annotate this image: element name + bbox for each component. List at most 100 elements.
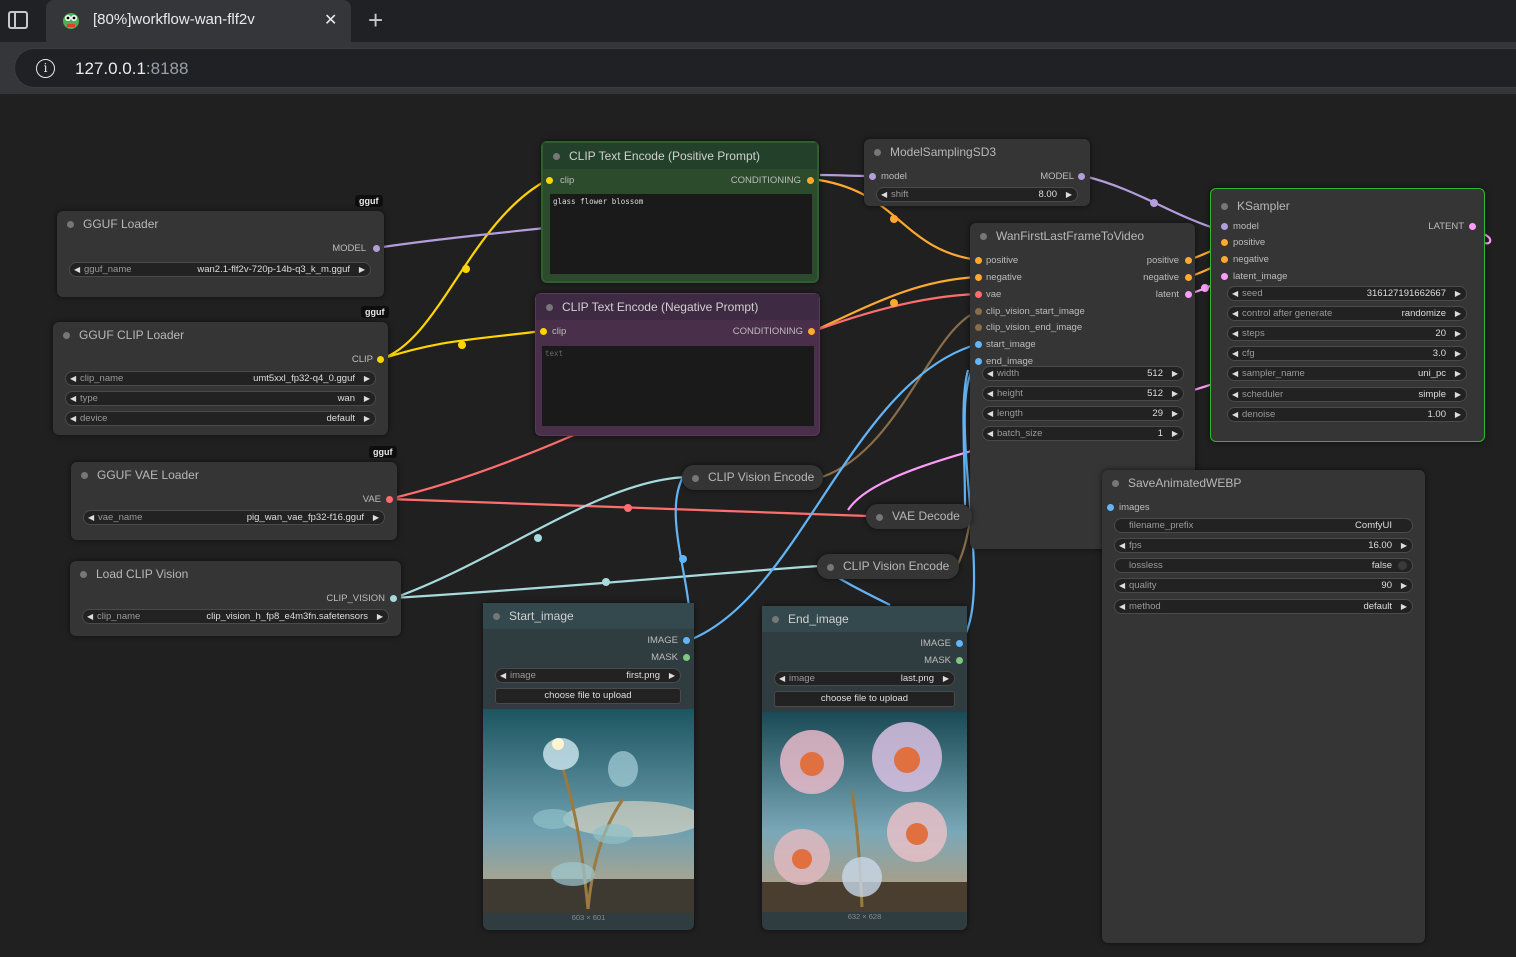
start-image-node[interactable]: Start_image IMAGE MASK ◀ image first.png… <box>483 603 694 930</box>
input-model-socket[interactable] <box>869 173 876 180</box>
input-start-image-socket[interactable] <box>975 341 982 348</box>
input-model-socket[interactable] <box>1221 223 1228 230</box>
arrow-right-icon[interactable]: ▶ <box>359 263 365 276</box>
output-model-socket[interactable] <box>373 245 380 252</box>
arrow-left-icon[interactable]: ◀ <box>779 672 785 685</box>
input-end-image-socket[interactable] <box>975 358 982 365</box>
input-clip-vision-start-socket[interactable] <box>975 308 982 315</box>
arrow-left-icon[interactable]: ◀ <box>881 188 887 201</box>
method-combo[interactable]: ◀ method default ▶ <box>1114 599 1413 614</box>
output-image-socket[interactable] <box>683 637 690 644</box>
output-negative-socket[interactable] <box>1185 274 1192 281</box>
arrow-right-icon[interactable]: ▶ <box>1172 427 1178 440</box>
input-latent-image-socket[interactable] <box>1221 273 1228 280</box>
arrow-right-icon[interactable]: ▶ <box>377 610 383 623</box>
image-combo[interactable]: ◀ image first.png ▶ <box>495 668 681 683</box>
output-mask-socket[interactable] <box>683 654 690 661</box>
arrow-left-icon[interactable]: ◀ <box>1232 287 1238 300</box>
arrow-right-icon[interactable]: ▶ <box>1455 327 1461 340</box>
graph-canvas[interactable]: gguf GGUF Loader MODEL ◀ gguf_name wan2.… <box>0 94 1516 957</box>
arrow-right-icon[interactable]: ▶ <box>1455 287 1461 300</box>
arrow-left-icon[interactable]: ◀ <box>1119 539 1125 552</box>
arrow-left-icon[interactable]: ◀ <box>1232 367 1238 380</box>
arrow-left-icon[interactable]: ◀ <box>1232 408 1238 421</box>
input-negative-socket[interactable] <box>1221 256 1228 263</box>
arrow-left-icon[interactable]: ◀ <box>70 392 76 405</box>
denoise-number[interactable]: ◀ denoise 1.00 ▶ <box>1227 407 1467 422</box>
input-clip-vision-end-socket[interactable] <box>975 324 982 331</box>
input-clip-socket[interactable] <box>546 177 553 184</box>
site-info-icon[interactable]: i <box>36 59 55 78</box>
tab-overview-icon[interactable] <box>8 11 28 29</box>
batch-size-number[interactable]: ◀ batch_size 1 ▶ <box>982 426 1184 441</box>
arrow-left-icon[interactable]: ◀ <box>987 367 993 380</box>
arrow-right-icon[interactable]: ▶ <box>373 511 379 524</box>
clip-text-encode-negative-node[interactable]: CLIP Text Encode (Negative Prompt) clip … <box>535 293 820 436</box>
arrow-right-icon[interactable]: ▶ <box>364 412 370 425</box>
arrow-right-icon[interactable]: ▶ <box>1455 307 1461 320</box>
steps-number[interactable]: ◀ steps 20 ▶ <box>1227 326 1467 341</box>
input-images-socket[interactable] <box>1107 504 1114 511</box>
arrow-right-icon[interactable]: ▶ <box>364 392 370 405</box>
arrow-left-icon[interactable]: ◀ <box>987 427 993 440</box>
address-bar[interactable]: i 127.0.0.1:8188 <box>14 48 1516 88</box>
arrow-left-icon[interactable]: ◀ <box>1232 327 1238 340</box>
seed-number[interactable]: ◀ seed 316127191662667 ▶ <box>1227 286 1467 301</box>
clip-vision-name-combo[interactable]: ◀ clip_name clip_vision_h_fp8_e4m3fn.saf… <box>82 609 389 624</box>
arrow-left-icon[interactable]: ◀ <box>70 372 76 385</box>
arrow-right-icon[interactable]: ▶ <box>943 672 949 685</box>
output-latent-socket[interactable] <box>1185 291 1192 298</box>
choose-file-button[interactable]: choose file to upload <box>495 688 681 704</box>
arrow-right-icon[interactable]: ▶ <box>1455 347 1461 360</box>
clip-text-encode-positive-node[interactable]: CLIP Text Encode (Positive Prompt) clip … <box>541 141 819 283</box>
input-positive-socket[interactable] <box>1221 239 1228 246</box>
output-mask-socket[interactable] <box>956 657 963 664</box>
arrow-right-icon[interactable]: ▶ <box>1401 579 1407 592</box>
type-combo[interactable]: ◀ type wan ▶ <box>65 391 376 406</box>
input-clip-socket[interactable] <box>540 328 547 335</box>
vae-name-combo[interactable]: ◀ vae_name pig_wan_vae_fp32-f16.gguf ▶ <box>83 510 385 525</box>
arrow-left-icon[interactable]: ◀ <box>1232 347 1238 360</box>
browser-tab[interactable]: [80%]workflow-wan-flf2v ✕ <box>46 0 351 42</box>
output-latent-socket[interactable] <box>1469 223 1476 230</box>
arrow-left-icon[interactable]: ◀ <box>1119 579 1125 592</box>
arrow-right-icon[interactable]: ▶ <box>1172 407 1178 420</box>
cfg-number[interactable]: ◀ cfg 3.0 ▶ <box>1227 346 1467 361</box>
width-number[interactable]: ◀ width 512 ▶ <box>982 366 1184 381</box>
input-vae-socket[interactable] <box>975 291 982 298</box>
vae-decode-node[interactable]: VAE Decode <box>866 504 972 529</box>
sampler-name-combo[interactable]: ◀ sampler_name uni_pc ▶ <box>1227 366 1467 381</box>
clip-vision-encode-node[interactable]: CLIP Vision Encode <box>817 554 959 579</box>
gguf-loader-node[interactable]: GGUF Loader MODEL ◀ gguf_name wan2.1-flf… <box>57 211 384 297</box>
filename-prefix-text[interactable]: filename_prefix ComfyUI <box>1114 518 1413 533</box>
arrow-right-icon[interactable]: ▶ <box>1455 388 1461 401</box>
shift-number[interactable]: ◀ shift 8.00 ▶ <box>876 187 1078 202</box>
arrow-left-icon[interactable]: ◀ <box>70 412 76 425</box>
arrow-right-icon[interactable]: ▶ <box>1401 539 1407 552</box>
arrow-right-icon[interactable]: ▶ <box>364 372 370 385</box>
output-image-socket[interactable] <box>956 640 963 647</box>
length-number[interactable]: ◀ length 29 ▶ <box>982 406 1184 421</box>
gguf-name-combo[interactable]: ◀ gguf_name wan2.1-flf2v-720p-14b-q3_k_m… <box>69 262 371 277</box>
arrow-right-icon[interactable]: ▶ <box>1172 367 1178 380</box>
arrow-left-icon[interactable]: ◀ <box>74 263 80 276</box>
arrow-right-icon[interactable]: ▶ <box>1172 387 1178 400</box>
arrow-right-icon[interactable]: ▶ <box>1455 367 1461 380</box>
control-after-generate-combo[interactable]: ◀ control after generate randomize ▶ <box>1227 306 1467 321</box>
input-positive-socket[interactable] <box>975 257 982 264</box>
arrow-left-icon[interactable]: ◀ <box>1232 388 1238 401</box>
arrow-right-icon[interactable]: ▶ <box>1455 408 1461 421</box>
arrow-left-icon[interactable]: ◀ <box>987 387 993 400</box>
arrow-left-icon[interactable]: ◀ <box>88 511 94 524</box>
new-tab-icon[interactable]: + <box>368 5 383 36</box>
quality-number[interactable]: ◀ quality 90 ▶ <box>1114 578 1413 593</box>
arrow-right-icon[interactable]: ▶ <box>1066 188 1072 201</box>
gguf-vae-loader-node[interactable]: GGUF VAE Loader VAE ◀ vae_name pig_wan_v… <box>71 462 397 540</box>
input-negative-socket[interactable] <box>975 274 982 281</box>
clip-vision-encode-node[interactable]: CLIP Vision Encode <box>682 465 823 490</box>
arrow-right-icon[interactable]: ▶ <box>1401 600 1407 613</box>
model-sampling-sd3-node[interactable]: ModelSamplingSD3 model MODEL ◀ shift 8.0… <box>864 139 1090 206</box>
arrow-left-icon[interactable]: ◀ <box>500 669 506 682</box>
output-conditioning-socket[interactable] <box>807 177 814 184</box>
device-combo[interactable]: ◀ device default ▶ <box>65 411 376 426</box>
